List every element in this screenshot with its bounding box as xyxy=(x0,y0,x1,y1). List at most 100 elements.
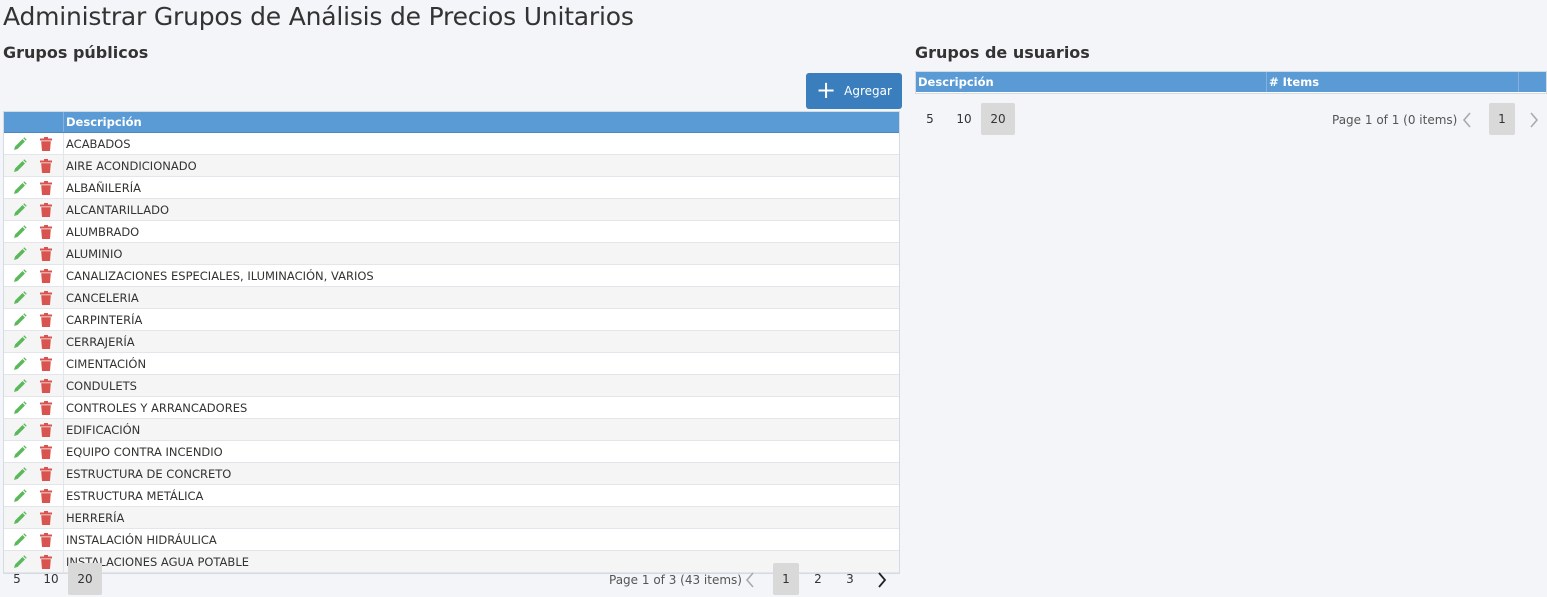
trash-icon[interactable] xyxy=(37,201,55,219)
pencil-icon[interactable] xyxy=(11,245,29,263)
table-row[interactable]: EDIFICACIÓN xyxy=(4,419,899,441)
description-cell: CANALIZACIONES ESPECIALES, ILUMINACIÓN, … xyxy=(66,268,374,283)
trash-icon[interactable] xyxy=(37,245,55,263)
trash-icon[interactable] xyxy=(37,421,55,439)
table-row[interactable]: CONTROLES Y ARRANCADORES xyxy=(4,397,899,419)
table-row[interactable]: INSTALACIÓN HIDRÁULICA xyxy=(4,529,899,551)
command-cell xyxy=(4,529,64,550)
command-column-header xyxy=(4,112,64,132)
user-groups-prev-page[interactable] xyxy=(1457,104,1477,136)
public-groups-next-page[interactable] xyxy=(872,564,892,596)
table-row[interactable]: CONDULETS xyxy=(4,375,899,397)
description-cell: AIRE ACONDICIONADO xyxy=(66,158,197,173)
pencil-icon[interactable] xyxy=(11,531,29,549)
pencil-icon[interactable] xyxy=(11,509,29,527)
table-row[interactable]: ACABADOS xyxy=(4,133,899,155)
trash-icon[interactable] xyxy=(37,289,55,307)
pencil-icon[interactable] xyxy=(11,465,29,483)
pencil-icon[interactable] xyxy=(11,267,29,285)
add-button[interactable]: + Agregar xyxy=(806,73,902,109)
pencil-icon[interactable] xyxy=(11,487,29,505)
table-row[interactable]: HERRERÍA xyxy=(4,507,899,529)
trash-icon[interactable] xyxy=(37,157,55,175)
description-column-header[interactable]: Descripción xyxy=(64,115,142,129)
public-groups-page-2[interactable]: 2 xyxy=(805,563,831,595)
command-cell xyxy=(4,441,64,462)
user-page-size-10[interactable]: 10 xyxy=(947,103,981,135)
trash-icon[interactable] xyxy=(37,531,55,549)
table-row[interactable]: AIRE ACONDICIONADO xyxy=(4,155,899,177)
user-groups-page-1[interactable]: 1 xyxy=(1489,103,1515,135)
pencil-icon[interactable] xyxy=(11,399,29,417)
trash-icon[interactable] xyxy=(37,179,55,197)
public-groups-grid: Descripción ACABADOS AIRE ACONDICIONADO AL… xyxy=(3,111,900,574)
trash-icon[interactable] xyxy=(37,311,55,329)
table-row[interactable]: ALCANTARILLADO xyxy=(4,199,899,221)
trash-icon[interactable] xyxy=(37,509,55,527)
pencil-icon[interactable] xyxy=(11,443,29,461)
trash-icon[interactable] xyxy=(37,135,55,153)
table-row[interactable]: CANALIZACIONES ESPECIALES, ILUMINACIÓN, … xyxy=(4,265,899,287)
page-size-10[interactable]: 10 xyxy=(34,563,68,595)
pencil-icon[interactable] xyxy=(11,355,29,373)
pencil-icon[interactable] xyxy=(11,377,29,395)
chevron-right-icon xyxy=(878,572,887,588)
table-row[interactable]: ALUMBRADO xyxy=(4,221,899,243)
public-groups-prev-page[interactable] xyxy=(740,564,760,596)
user-groups-next-page[interactable] xyxy=(1524,104,1544,136)
table-row[interactable]: CERRAJERÍA xyxy=(4,331,899,353)
pencil-icon[interactable] xyxy=(11,333,29,351)
user-items-column-header[interactable]: # Items xyxy=(1267,72,1519,92)
table-row[interactable]: ESTRUCTURA DE CONCRETO xyxy=(4,463,899,485)
user-page-size-5[interactable]: 5 xyxy=(913,103,947,135)
user-groups-title: Grupos de usuarios xyxy=(915,43,1090,62)
trash-icon[interactable] xyxy=(37,443,55,461)
pencil-icon[interactable] xyxy=(11,421,29,439)
description-cell: CONTROLES Y ARRANCADORES xyxy=(66,400,248,415)
pencil-icon[interactable] xyxy=(11,289,29,307)
user-groups-grid-header: Descripción # Items xyxy=(916,72,1546,92)
description-cell: CANCELERIA xyxy=(66,290,139,305)
pencil-icon[interactable] xyxy=(11,311,29,329)
user-description-column-header[interactable]: Descripción xyxy=(916,72,1267,92)
description-cell: ALBAÑILERÍA xyxy=(66,180,141,195)
public-groups-page-1[interactable]: 1 xyxy=(773,563,799,595)
table-row[interactable]: CARPINTERÍA xyxy=(4,309,899,331)
trash-icon[interactable] xyxy=(37,465,55,483)
trash-icon[interactable] xyxy=(37,223,55,241)
trash-icon[interactable] xyxy=(37,333,55,351)
command-cell xyxy=(4,287,64,308)
command-cell xyxy=(4,463,64,484)
pencil-icon[interactable] xyxy=(11,223,29,241)
table-row[interactable]: CANCELERIA xyxy=(4,287,899,309)
table-row[interactable]: CIMENTACIÓN xyxy=(4,353,899,375)
table-row[interactable]: ALBAÑILERÍA xyxy=(4,177,899,199)
trash-icon[interactable] xyxy=(37,267,55,285)
pencil-icon[interactable] xyxy=(11,135,29,153)
description-cell: INSTALACIÓN HIDRÁULICA xyxy=(66,532,217,547)
page-size-20[interactable]: 20 xyxy=(68,563,102,595)
command-cell xyxy=(4,353,64,374)
public-groups-title: Grupos públicos xyxy=(3,43,149,62)
trash-icon[interactable] xyxy=(37,399,55,417)
description-cell: EDIFICACIÓN xyxy=(66,422,141,437)
description-cell: CARPINTERÍA xyxy=(66,312,143,327)
public-groups-page-3[interactable]: 3 xyxy=(837,563,863,595)
command-cell xyxy=(4,177,64,198)
table-row[interactable]: EQUIPO CONTRA INCENDIO xyxy=(4,441,899,463)
trash-icon[interactable] xyxy=(37,355,55,373)
pencil-icon[interactable] xyxy=(11,201,29,219)
page-size-5[interactable]: 5 xyxy=(0,563,34,595)
trash-icon[interactable] xyxy=(37,377,55,395)
description-cell: ALUMBRADO xyxy=(66,224,140,239)
trash-icon[interactable] xyxy=(37,487,55,505)
description-cell: CONDULETS xyxy=(66,378,137,393)
table-row[interactable]: ALUMINIO xyxy=(4,243,899,265)
table-row[interactable]: INSTALACIONES AGUA POTABLE xyxy=(4,551,899,573)
pencil-icon[interactable] xyxy=(11,157,29,175)
user-page-size-20[interactable]: 20 xyxy=(981,103,1015,135)
pencil-icon[interactable] xyxy=(11,179,29,197)
chevron-left-icon xyxy=(1462,112,1471,128)
table-row[interactable]: ESTRUCTURA METÁLICA xyxy=(4,485,899,507)
user-groups-grid: Descripción # Items xyxy=(915,71,1547,94)
